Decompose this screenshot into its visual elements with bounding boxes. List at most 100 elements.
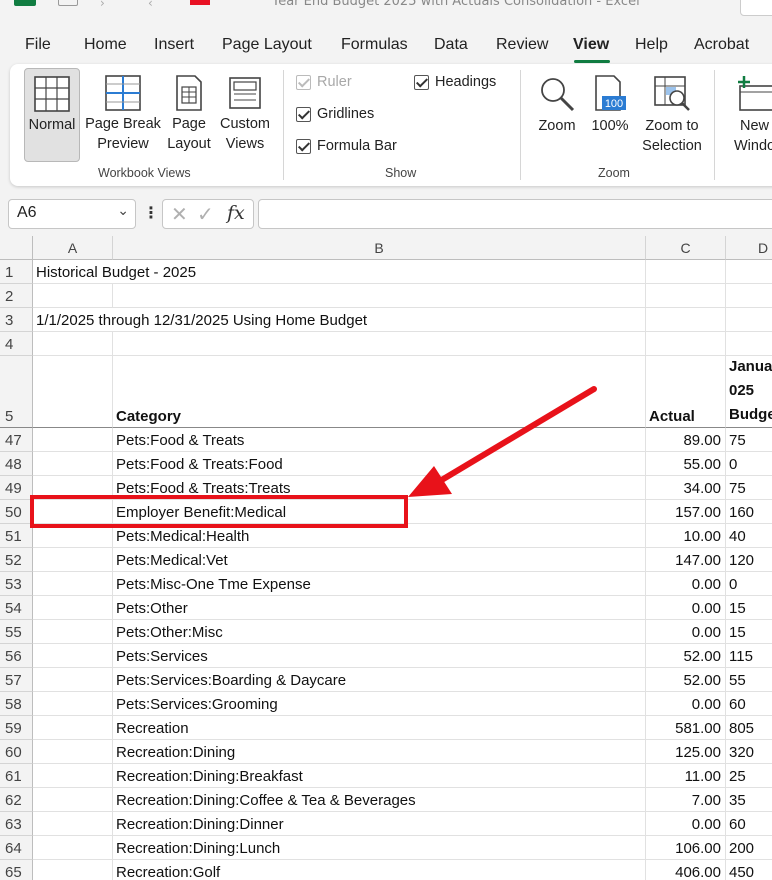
category-cell[interactable]: Pets:Food & Treats:Food	[113, 452, 646, 476]
cell-b4[interactable]	[113, 332, 646, 356]
row-header[interactable]: 52	[0, 548, 33, 572]
cell-d1[interactable]	[726, 260, 772, 284]
row-header[interactable]: 60	[0, 740, 33, 764]
cell-c1[interactable]	[646, 260, 726, 284]
row-header[interactable]: 2	[0, 284, 33, 308]
tab-formulas[interactable]: Formulas	[341, 36, 408, 54]
actual-cell[interactable]: 406.00	[646, 860, 726, 880]
actual-cell[interactable]: 52.00	[646, 644, 726, 668]
cell-a[interactable]	[33, 452, 113, 476]
cell-d2[interactable]	[726, 284, 772, 308]
actual-cell[interactable]: 106.00	[646, 836, 726, 860]
actual-cell[interactable]: 10.00	[646, 524, 726, 548]
budget-cell[interactable]: 200	[726, 836, 772, 860]
select-all-corner[interactable]	[0, 236, 33, 260]
cell-a[interactable]	[33, 428, 113, 452]
tab-page-layout[interactable]: Page Layout	[222, 36, 312, 54]
actual-cell[interactable]: 89.00	[646, 428, 726, 452]
actual-cell[interactable]: 0.00	[646, 572, 726, 596]
tab-data[interactable]: Data	[434, 36, 468, 54]
cell-c4[interactable]	[646, 332, 726, 356]
cell-a[interactable]	[33, 812, 113, 836]
category-cell[interactable]: Recreation:Dining:Dinner	[113, 812, 646, 836]
pdf-icon[interactable]	[190, 0, 210, 5]
cell-a[interactable]	[33, 548, 113, 572]
row-header[interactable]: 64	[0, 836, 33, 860]
column-header-a[interactable]: A	[33, 236, 113, 260]
cell-a[interactable]	[33, 668, 113, 692]
row-header[interactable]: 4	[0, 332, 33, 356]
row-header[interactable]: 3	[0, 308, 33, 332]
custom-views-button[interactable]: Custom Views	[216, 74, 274, 154]
row-header[interactable]: 49	[0, 476, 33, 500]
row-header[interactable]: 57	[0, 668, 33, 692]
category-cell[interactable]: Recreation:Dining:Lunch	[113, 836, 646, 860]
actual-cell[interactable]: 147.00	[646, 548, 726, 572]
row-header[interactable]: 55	[0, 620, 33, 644]
budget-cell[interactable]: 15	[726, 596, 772, 620]
cell-a[interactable]	[33, 740, 113, 764]
budget-cell[interactable]: 40	[726, 524, 772, 548]
row-header[interactable]: 5	[0, 356, 33, 428]
window-control[interactable]	[740, 0, 772, 16]
cell-a5[interactable]	[33, 356, 113, 428]
zoom-button[interactable]: Zoom	[532, 74, 582, 136]
new-window-button[interactable]: New Window	[728, 74, 772, 156]
formula-bar-checkbox[interactable]: Formula Bar	[296, 138, 397, 154]
category-cell[interactable]: Recreation:Dining:Breakfast	[113, 764, 646, 788]
cell-d3[interactable]	[726, 308, 772, 332]
page-layout-view-button[interactable]: Page Layout	[166, 74, 212, 154]
chevron-down-icon[interactable]: ⌄	[117, 202, 129, 219]
actual-cell[interactable]: 581.00	[646, 716, 726, 740]
category-cell[interactable]: Recreation:Golf	[113, 860, 646, 880]
column-header-c[interactable]: C	[646, 236, 726, 260]
budget-cell[interactable]: 15	[726, 620, 772, 644]
cell-a4[interactable]	[33, 332, 113, 356]
tab-file[interactable]: File	[25, 36, 51, 54]
budget-cell[interactable]: 115	[726, 644, 772, 668]
budget-cell[interactable]: 75	[726, 476, 772, 500]
column-header-d[interactable]: D	[726, 236, 772, 260]
zoom-100-button[interactable]: 100 100%	[588, 74, 632, 136]
budget-cell[interactable]: 75	[726, 428, 772, 452]
formula-input[interactable]	[258, 199, 772, 229]
actual-cell[interactable]: 55.00	[646, 452, 726, 476]
row-header[interactable]: 58	[0, 692, 33, 716]
budget-cell[interactable]: 805	[726, 716, 772, 740]
column-header-b[interactable]: B	[113, 236, 646, 260]
cancel-icon[interactable]: ✕	[171, 202, 188, 226]
budget-cell[interactable]: 60	[726, 692, 772, 716]
ruler-checkbox[interactable]: Ruler	[296, 74, 352, 90]
cell-d4[interactable]	[726, 332, 772, 356]
actual-header[interactable]: Actual	[646, 356, 726, 428]
page-break-preview-button[interactable]: Page Break Preview	[84, 74, 162, 154]
row-header[interactable]: 1	[0, 260, 33, 284]
budget-cell[interactable]: 320	[726, 740, 772, 764]
cell-b2[interactable]	[113, 284, 646, 308]
row-header[interactable]: 53	[0, 572, 33, 596]
category-cell[interactable]: Pets:Medical:Vet	[113, 548, 646, 572]
actual-cell[interactable]: 0.00	[646, 596, 726, 620]
tab-insert[interactable]: Insert	[154, 36, 194, 54]
category-cell[interactable]: Recreation	[113, 716, 646, 740]
undo-icon[interactable]: ›	[100, 0, 105, 10]
tab-home[interactable]: Home	[84, 36, 127, 54]
headings-checkbox[interactable]: Headings	[414, 74, 496, 90]
actual-cell[interactable]: 0.00	[646, 692, 726, 716]
actual-cell[interactable]: 34.00	[646, 476, 726, 500]
autosave-icon[interactable]	[58, 0, 78, 6]
category-cell[interactable]: Pets:Food & Treats	[113, 428, 646, 452]
actual-cell[interactable]: 7.00	[646, 788, 726, 812]
row-header[interactable]: 54	[0, 596, 33, 620]
normal-view-button[interactable]: Normal	[24, 68, 80, 162]
actual-cell[interactable]: 11.00	[646, 764, 726, 788]
row-header[interactable]: 65	[0, 860, 33, 880]
cell-a[interactable]	[33, 692, 113, 716]
row-header[interactable]: 63	[0, 812, 33, 836]
row-header[interactable]: 48	[0, 452, 33, 476]
cell-c2[interactable]	[646, 284, 726, 308]
cell-a[interactable]	[33, 620, 113, 644]
cell-a[interactable]	[33, 788, 113, 812]
budget-cell[interactable]: 35	[726, 788, 772, 812]
cell-a[interactable]	[33, 644, 113, 668]
